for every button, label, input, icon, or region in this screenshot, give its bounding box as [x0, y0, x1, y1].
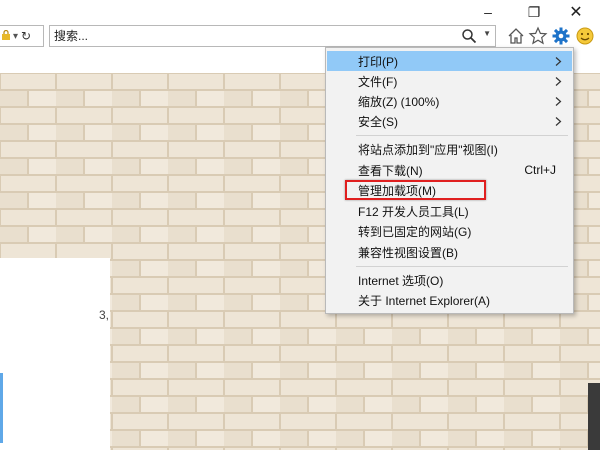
refresh-icon[interactable]: ↻ [21, 29, 31, 43]
menu-item-label: 转到已固定的网站(G) [358, 224, 472, 239]
menu-item-about-ie[interactable]: 关于 Internet Explorer(A) [327, 290, 572, 310]
search-input[interactable] [54, 28, 434, 44]
menu-item-label: 安全(S) [358, 114, 398, 129]
search-box[interactable]: ▼ [49, 25, 496, 47]
chevron-right-icon [555, 96, 562, 106]
page-dark-element [588, 383, 600, 450]
menu-item-label: 兼容性视图设置(B) [358, 245, 458, 260]
page-white-panel: 3, [0, 258, 110, 450]
menu-item-f12-devtools[interactable]: F12 开发人员工具(L) [327, 201, 572, 221]
menu-item-safety[interactable]: 安全(S) [327, 111, 572, 131]
menu-item-label: 将站点添加到"应用"视图(I) [358, 142, 498, 157]
menu-item-add-to-apps[interactable]: 将站点添加到"应用"视图(I) [327, 139, 572, 159]
chevron-right-icon [555, 76, 562, 86]
minimize-button[interactable]: – [468, 0, 508, 24]
menu-separator [356, 135, 568, 136]
menu-item-label: 查看下载(N) [358, 163, 423, 178]
menu-item-label: 关于 Internet Explorer(A) [358, 293, 491, 308]
menu-item-compat-view[interactable]: 兼容性视图设置(B) [327, 242, 572, 262]
annotation-highlight-box [345, 180, 486, 200]
menu-item-internet-options[interactable]: Internet 选项(O) [327, 270, 572, 290]
menu-item-label: 缩放(Z) (100%) [358, 94, 440, 109]
home-icon[interactable] [506, 26, 526, 46]
menu-item-label: 打印(P) [358, 54, 398, 69]
page-blue-element [0, 373, 3, 443]
address-dropdown-icon[interactable]: ▾ [13, 31, 18, 42]
gear-icon[interactable] [551, 26, 571, 46]
search-icon[interactable] [461, 28, 477, 44]
menu-item-print[interactable]: 打印(P) [327, 51, 572, 71]
menu-item-view-downloads[interactable]: 查看下载(N) Ctrl+J [327, 160, 572, 180]
chevron-right-icon [555, 56, 562, 66]
menu-item-label: F12 开发人员工具(L) [358, 204, 469, 219]
menu-item-label: 文件(F) [358, 74, 398, 89]
chevron-right-icon [555, 116, 562, 126]
security-lock-icon [2, 29, 10, 43]
search-dropdown-icon[interactable]: ▼ [483, 29, 491, 38]
menu-separator [356, 266, 568, 267]
panel-text-fragment: 3, [99, 308, 110, 322]
smiley-feedback-icon[interactable] [575, 26, 595, 46]
address-bar-partial[interactable]: ▾ ↻ [0, 25, 44, 47]
menu-item-zoom[interactable]: 缩放(Z) (100%) [327, 91, 572, 111]
menu-item-shortcut: Ctrl+J [524, 163, 556, 177]
menu-item-file[interactable]: 文件(F) [327, 71, 572, 91]
favorites-star-icon[interactable] [528, 26, 548, 46]
menu-item-pinned-sites[interactable]: 转到已固定的网站(G) [327, 221, 572, 241]
menu-item-label: Internet 选项(O) [358, 273, 444, 288]
close-button[interactable]: ✕ [556, 0, 596, 24]
restore-button[interactable]: ❐ [514, 0, 554, 24]
